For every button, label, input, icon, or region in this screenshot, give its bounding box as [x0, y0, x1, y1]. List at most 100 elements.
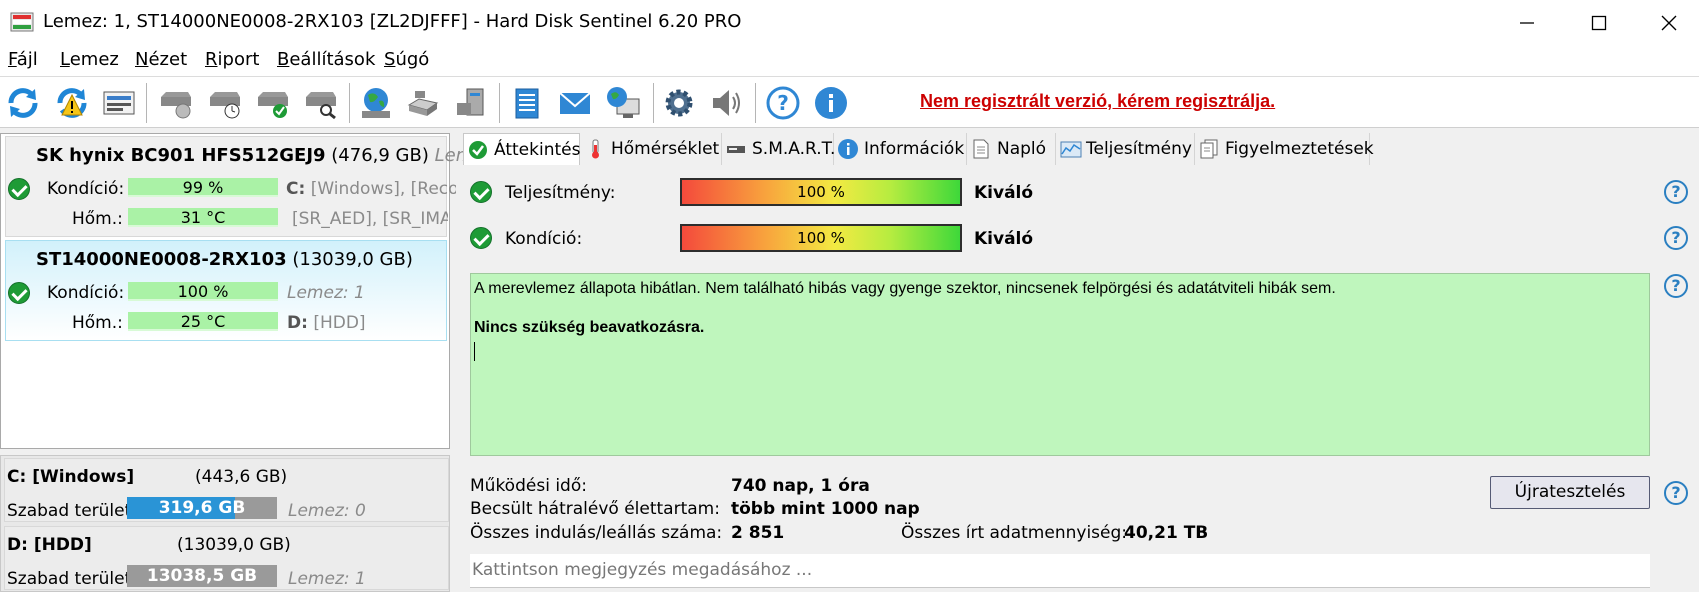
- log-button[interactable]: [507, 83, 547, 123]
- globe-monitor-icon: [607, 87, 640, 118]
- settings-button[interactable]: [659, 83, 699, 123]
- help-button[interactable]: ?: [763, 83, 803, 123]
- volume-size: (13039,0 GB): [177, 535, 291, 555]
- tab-label: Napló: [997, 139, 1047, 159]
- question-icon: ?: [766, 86, 800, 120]
- about-button[interactable]: [811, 83, 851, 123]
- registration-warning-link[interactable]: Nem regisztrált verzió, kérem regisztrál…: [920, 91, 1275, 112]
- chart-icon: [1060, 139, 1082, 159]
- ok-check-icon: [8, 178, 30, 200]
- temperature-bar: 31 °C: [128, 208, 278, 227]
- tab-label: Figyelmeztetések: [1225, 139, 1374, 159]
- free-space-bar: 319,6 GB: [127, 497, 277, 519]
- close-button[interactable]: [1633, 0, 1699, 45]
- maximize-button[interactable]: [1563, 0, 1635, 45]
- written-label: Összes írt adatmennyiség:: [901, 523, 1127, 543]
- notepad-icon: [515, 88, 539, 119]
- refresh-button[interactable]: [3, 83, 43, 123]
- email-button[interactable]: [555, 83, 595, 123]
- menu-file[interactable]: Fájl: [8, 49, 38, 70]
- tab-alerts[interactable]: Figyelmeztetések: [1195, 133, 1374, 165]
- disk-tools-button[interactable]: [451, 83, 491, 123]
- power-on-value: 740 nap, 1 óra: [731, 476, 870, 496]
- disk-model: SK hynix BC901 HFS512GEJ9: [36, 145, 326, 166]
- tab-label: S.M.A.R.T.: [752, 139, 836, 159]
- minimize-icon: [1520, 21, 1534, 24]
- condition-label: Kondíció:: [47, 179, 125, 199]
- condition-help-icon[interactable]: ?: [1664, 226, 1688, 250]
- refresh-icon: [8, 88, 38, 118]
- disk-size: (13039,0 GB): [292, 249, 413, 270]
- volume-size: (443,6 GB): [195, 467, 288, 487]
- volume-item-d[interactable]: D: [HDD] (13039,0 GB) Szabad terület 130…: [4, 526, 449, 590]
- free-space-label: Szabad terület: [7, 501, 132, 521]
- svg-text:?: ?: [777, 91, 789, 115]
- temperature-bar: 25 °C: [128, 312, 278, 331]
- tab-performance[interactable]: Teljesítmény: [1056, 133, 1195, 165]
- disk-ok-button[interactable]: [253, 83, 293, 123]
- volume-list: C: [Windows] (443,6 GB) Szabad terület 3…: [0, 455, 450, 592]
- performance-help-icon[interactable]: ?: [1664, 180, 1688, 204]
- performance-value: 100 %: [797, 183, 845, 201]
- menu-help[interactable]: Súgó: [384, 49, 429, 70]
- tab-bar: Áttekintés Hőmérséklet S.M.A.R.T. Inform…: [456, 133, 1699, 165]
- disk-card-1[interactable]: ST14000NE0008-2RX103 (13039,0 GB) Kondíc…: [5, 240, 447, 341]
- tab-temperature[interactable]: Hőmérséklet: [581, 133, 722, 165]
- temperature-label: Hőm.:: [72, 313, 123, 333]
- document-icon: [971, 139, 991, 159]
- disk-tools-icon: [457, 88, 484, 116]
- disk-report-button[interactable]: [99, 83, 139, 123]
- performance-rating: Kiváló: [974, 183, 1034, 203]
- condition-value: 100 %: [797, 229, 845, 247]
- surface-test-button[interactable]: [156, 83, 196, 123]
- condition-value: 99 %: [182, 178, 224, 197]
- volume-item-c[interactable]: C: [Windows] (443,6 GB) Szabad terület 3…: [4, 458, 449, 522]
- disk-search-button[interactable]: [301, 83, 341, 123]
- minimize-button[interactable]: [1491, 0, 1563, 45]
- free-space-value: 319,6 GB: [158, 498, 246, 518]
- app-icon: [10, 12, 34, 32]
- sound-button[interactable]: [707, 83, 747, 123]
- condition-label: Kondíció:: [505, 229, 583, 249]
- web-button[interactable]: [603, 83, 643, 123]
- disk-list: SK hynix BC901 HFS512GEJ9 (476,9 GB) Lem…: [0, 133, 517, 449]
- retest-help-icon[interactable]: ?: [1664, 481, 1688, 505]
- volume-disk-label: Lemez: 0: [288, 501, 366, 521]
- tab-log[interactable]: Napló: [967, 133, 1056, 165]
- temperature-value: 25 °C: [180, 312, 226, 331]
- menu-disk[interactable]: Lemez: [60, 49, 119, 70]
- disk-card-0[interactable]: SK hynix BC901 HFS512GEJ9 (476,9 GB) Lem…: [5, 136, 517, 237]
- usb-disk-icon: [407, 91, 439, 116]
- window-title: Lemez: 1, ST14000NE0008-2RX103 [ZL2DJFFF…: [43, 11, 742, 32]
- start-stop-value: 2 851: [731, 523, 785, 543]
- partition-drive: D:: [287, 313, 308, 333]
- refresh-alert-button[interactable]: [52, 83, 92, 123]
- refresh-warning-icon: [57, 88, 87, 118]
- note-input[interactable]: Kattintson megjegyzés megadásához ...: [470, 554, 1650, 588]
- retest-button[interactable]: Újratesztelés: [1490, 476, 1650, 509]
- status-text-area[interactable]: A merevlemez állapota hibátlan. Nem talá…: [470, 273, 1650, 456]
- partition-list-2: [SR_AED], [SR_IMAG: [292, 209, 448, 229]
- disk-size: (476,9 GB): [331, 145, 429, 166]
- external-disk-button[interactable]: [403, 83, 443, 123]
- condition-bar: 100 %: [680, 224, 962, 252]
- menu-settings[interactable]: Beállítások: [277, 49, 375, 70]
- disk-test-icon: [161, 92, 191, 119]
- tab-smart[interactable]: S.M.A.R.T.: [722, 133, 836, 165]
- tab-information[interactable]: Információk: [834, 133, 967, 165]
- maximize-icon: [1591, 15, 1607, 30]
- tab-overview[interactable]: Áttekintés: [463, 133, 580, 165]
- tab-label: Hőmérséklet: [611, 139, 720, 159]
- scheduled-test-button[interactable]: [205, 83, 245, 123]
- menu-view[interactable]: Nézet: [135, 49, 187, 70]
- network-button[interactable]: [356, 83, 396, 123]
- partition-list: [Windows], [Reco: [310, 179, 459, 199]
- status-help-icon[interactable]: ?: [1664, 274, 1688, 298]
- partition-list: [HDD]: [313, 313, 366, 333]
- tab-label: Információk: [864, 139, 965, 159]
- menu-report[interactable]: Riport: [205, 49, 259, 70]
- temperature-label: Hőm.:: [72, 209, 123, 229]
- globe-disk-icon: [362, 88, 390, 118]
- status-action: Nincs szükség beavatkozásra.: [474, 319, 705, 336]
- written-value: 40,21 TB: [1124, 523, 1209, 543]
